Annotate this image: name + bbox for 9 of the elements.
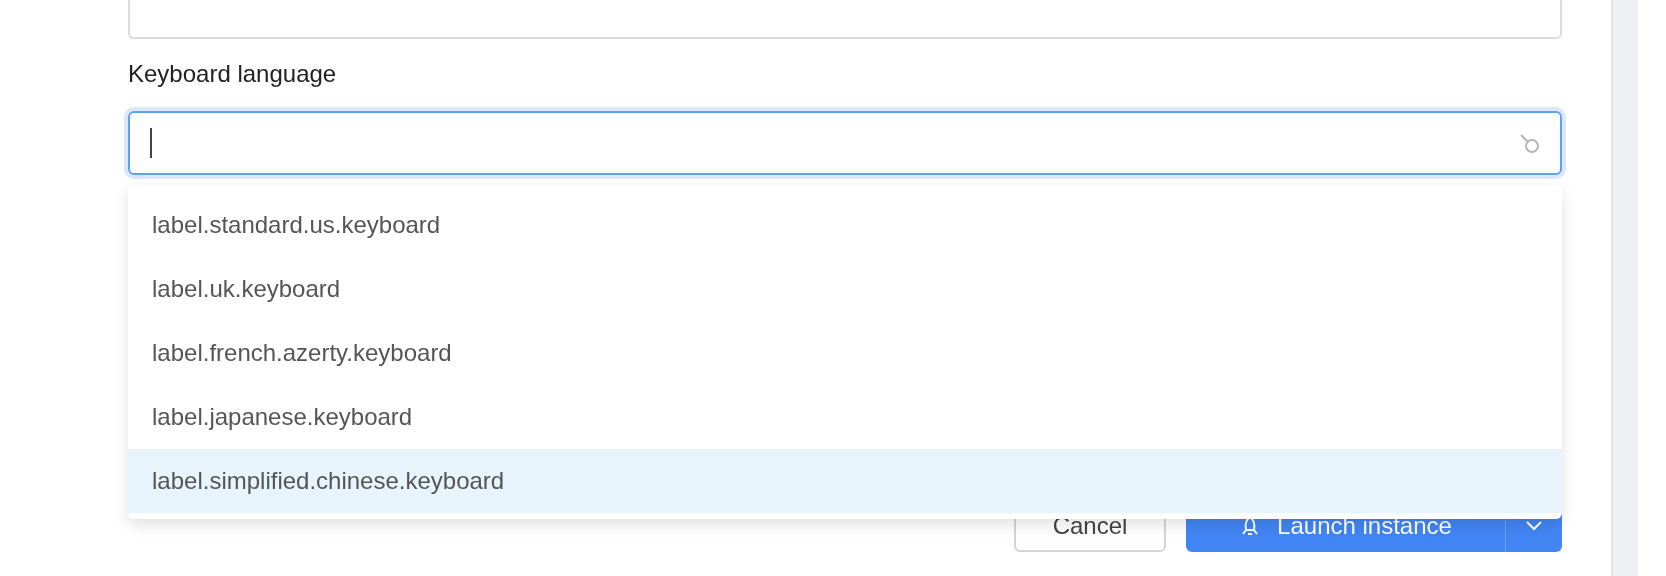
dropdown-option[interactable]: label.uk.keyboard: [128, 257, 1562, 321]
text-field[interactable]: [128, 0, 1562, 39]
field-label: Keyboard language: [128, 59, 338, 89]
dropdown-option[interactable]: label.simplified.chinese.keyboard: [128, 449, 1562, 513]
dropdown-option[interactable]: label.japanese.keyboard: [128, 385, 1562, 449]
dropdown-option[interactable]: label.standard.us.keyboard: [128, 193, 1562, 257]
dropdown-option[interactable]: label.french.azerty.keyboard: [128, 321, 1562, 385]
search-icon: [1518, 132, 1540, 154]
caret-icon: [1526, 521, 1542, 531]
